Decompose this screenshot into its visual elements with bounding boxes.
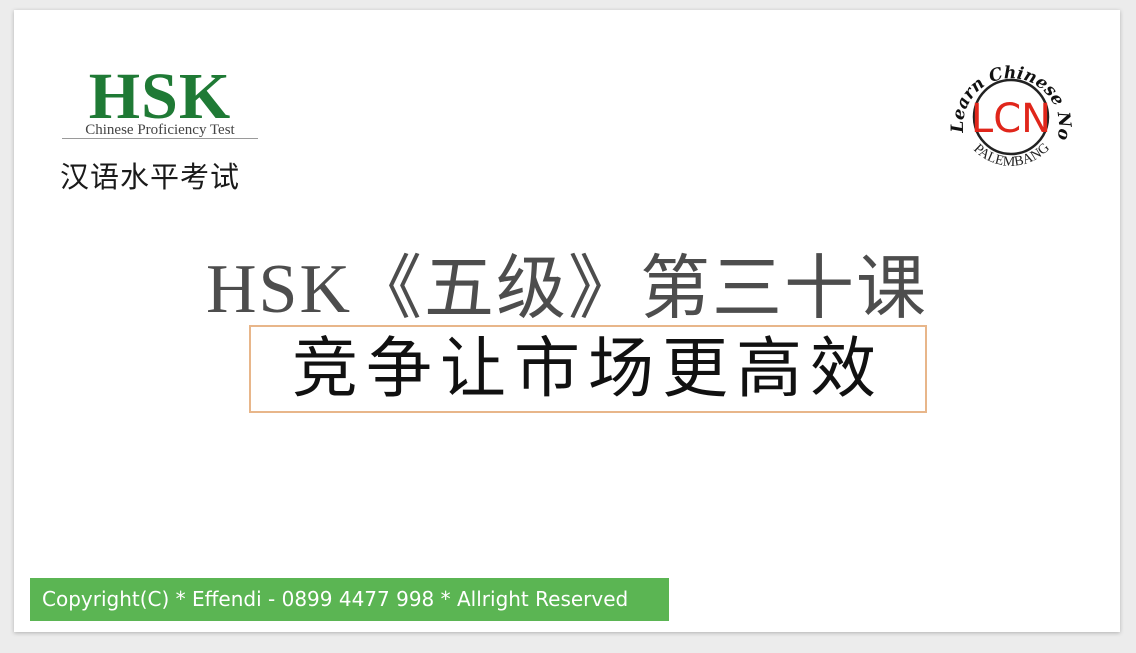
lcn-city: PALEMBANG — [970, 140, 1052, 170]
lcn-initials: LCN — [971, 96, 1051, 142]
slide: HSK Chinese Proficiency Test 汉语水平考试 Lear… — [14, 10, 1120, 632]
copyright-bar: Copyright(C) * Effendi - 0899 4477 998 *… — [30, 578, 669, 621]
hsk-subtitle: Chinese Proficiency Test — [85, 122, 235, 138]
hsk-chinese-name: 汉语水平考试 — [60, 160, 241, 194]
lesson-topic: 竞争让市场更高效 — [292, 330, 884, 407]
hsk-logo: HSK Chinese Proficiency Test 汉语水平考试 — [60, 58, 260, 194]
lesson-title: HSK《五级》第三十课 — [205, 251, 929, 328]
topic-box: 竞争让市场更高效 — [249, 325, 927, 413]
lcn-logo: Learn Chinese Now LCN PALEMBANG — [934, 40, 1075, 170]
hsk-divider — [62, 138, 258, 139]
